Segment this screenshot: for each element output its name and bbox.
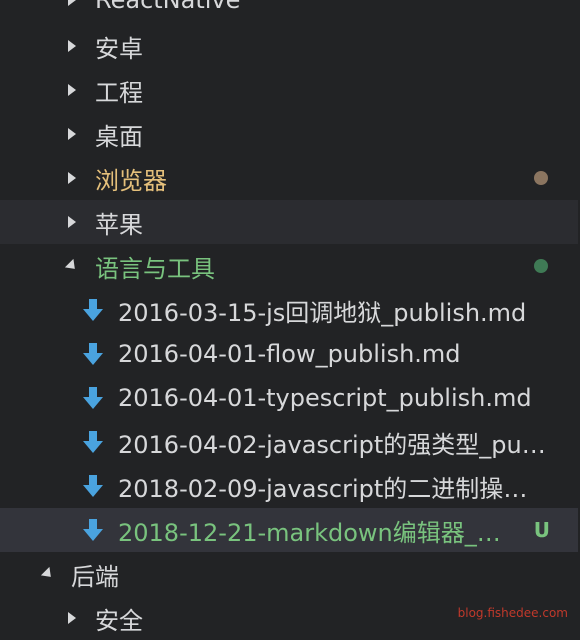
file-item-selected[interactable]: 2018-12-21-markdown编辑器_publish.md U xyxy=(0,508,578,552)
file-label: 2018-12-21-markdown编辑器_publish.md xyxy=(118,518,514,547)
folder-label: 语言与工具 xyxy=(95,254,215,283)
folder-label: 后端 xyxy=(71,562,119,591)
chevron-right-icon[interactable] xyxy=(68,128,76,140)
untracked-status-badge: U xyxy=(533,518,550,542)
folder-label: 安卓 xyxy=(95,34,143,63)
markdown-file-icon xyxy=(83,519,103,541)
file-label: 2016-03-15-js回调地狱_publish.md xyxy=(118,298,527,327)
watermark: blog.fishedee.com xyxy=(457,606,568,620)
folder-android[interactable]: 安卓 xyxy=(0,24,578,68)
folder-label: 工程 xyxy=(95,78,143,107)
chevron-right-icon[interactable] xyxy=(68,172,76,184)
folder-engineering[interactable]: 工程 xyxy=(0,68,578,112)
chevron-down-icon[interactable] xyxy=(64,258,80,274)
file-label: 2016-04-02-javascript的强类型_publish.md xyxy=(118,430,550,459)
folder-label: 安全 xyxy=(95,606,143,635)
file-item[interactable]: 2016-04-02-javascript的强类型_publish.md xyxy=(0,420,578,464)
markdown-file-icon xyxy=(83,475,103,497)
markdown-file-icon xyxy=(83,299,103,321)
folder-browser[interactable]: 浏览器 xyxy=(0,156,578,200)
markdown-file-icon xyxy=(83,431,103,453)
file-label: 2018-02-09-javascript的二进制操作_publish.md xyxy=(118,474,550,503)
file-item[interactable]: 2016-04-01-typescript_publish.md xyxy=(0,376,578,420)
folder-label: 浏览器 xyxy=(95,166,167,195)
folder-desktop[interactable]: 桌面 xyxy=(0,112,578,156)
chevron-down-icon[interactable] xyxy=(40,566,56,582)
markdown-file-icon xyxy=(83,343,103,365)
chevron-right-icon[interactable] xyxy=(68,84,76,96)
folder-label: 桌面 xyxy=(95,122,143,151)
file-label: 2016-04-01-flow_publish.md xyxy=(118,340,461,368)
file-item[interactable]: 2018-02-09-javascript的二进制操作_publish.md xyxy=(0,464,578,508)
chevron-right-icon[interactable] xyxy=(68,612,76,624)
file-item[interactable]: 2016-04-01-flow_publish.md xyxy=(0,332,578,376)
folder-apple[interactable]: 苹果 xyxy=(0,200,578,244)
folder-languages-tools[interactable]: 语言与工具 xyxy=(0,244,578,288)
chevron-right-icon[interactable] xyxy=(68,0,76,6)
modified-dot-icon xyxy=(534,171,548,185)
folder-reactnative[interactable]: ReactNative xyxy=(0,0,578,22)
chevron-right-icon[interactable] xyxy=(68,40,76,52)
file-label: 2016-04-01-typescript_publish.md xyxy=(118,384,532,412)
markdown-file-icon xyxy=(83,387,103,409)
folder-label: 苹果 xyxy=(95,210,143,239)
untracked-dot-icon xyxy=(534,259,548,273)
chevron-right-icon[interactable] xyxy=(68,216,76,228)
folder-label: ReactNative xyxy=(95,0,241,14)
folder-backend[interactable]: 后端 xyxy=(0,552,578,596)
file-item[interactable]: 2016-03-15-js回调地狱_publish.md xyxy=(0,288,578,332)
